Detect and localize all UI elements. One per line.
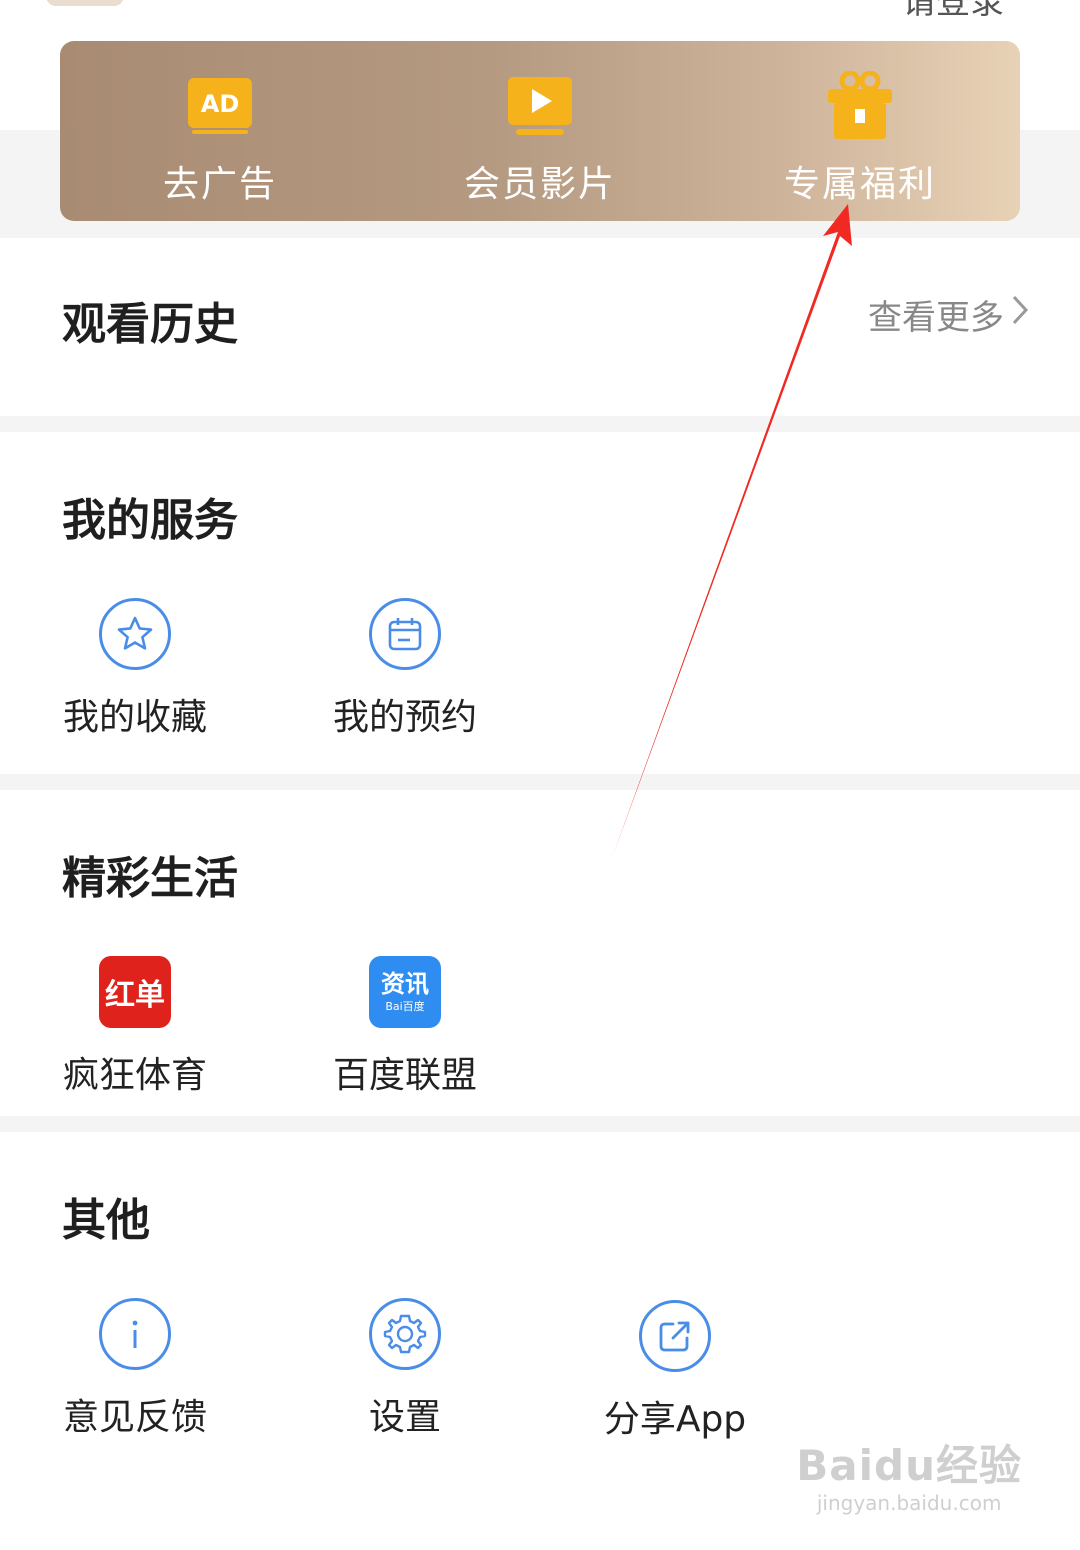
favorites-label: 我的收藏 <box>62 697 207 738</box>
chevron-right-icon <box>1010 293 1030 336</box>
crazy-sports-button[interactable]: 红单 疯狂体育 <box>35 956 235 1098</box>
ad-icon: AD <box>180 71 260 141</box>
vip-item-label: 去广告 <box>162 164 277 205</box>
vip-item-exclusive-benefits[interactable]: 专属福利 <box>700 41 1020 221</box>
watermark-sub: jingyan.baidu.com <box>816 1491 1002 1515</box>
vip-item-label: 专属福利 <box>783 164 936 205</box>
vip-item-remove-ads[interactable]: AD 去广告 <box>60 41 380 221</box>
settings-button[interactable]: 设置 <box>305 1298 505 1440</box>
reservations-label: 我的预约 <box>332 697 477 738</box>
vip-item-member-movies[interactable]: 会员影片 <box>380 41 700 221</box>
watermark: Baidu经验 jingyan.baidu.com <box>796 1432 1022 1515</box>
reservations-button[interactable]: 我的预约 <box>305 598 505 740</box>
see-more-label: 查看更多 <box>868 298 1004 338</box>
ad-badge-text: AD <box>201 90 240 118</box>
share-app-label: 分享App <box>603 1399 747 1440</box>
other-title: 其他 <box>62 1195 150 1246</box>
vip-item-label: 会员影片 <box>463 164 616 205</box>
see-more-link[interactable]: 查看更多 <box>868 290 1030 339</box>
gear-icon <box>369 1298 441 1370</box>
share-app-button[interactable]: 分享App <box>575 1300 775 1442</box>
share-icon <box>639 1300 711 1372</box>
divider <box>0 416 1080 432</box>
zixun-icon-text: 资讯 <box>381 970 429 998</box>
divider <box>0 1116 1080 1132</box>
star-icon <box>99 598 171 670</box>
hongdan-app-icon: 红单 <box>99 956 171 1028</box>
services-title: 我的服务 <box>62 495 238 546</box>
gift-icon <box>820 71 900 141</box>
divider <box>0 774 1080 790</box>
feedback-button[interactable]: 意见反馈 <box>35 1298 235 1440</box>
vip-banner: AD 去广告 会员影片 专属福利 <box>60 41 1020 221</box>
history-title: 观看历史 <box>62 299 238 350</box>
zixun-app-icon: 资讯 Bai百度 <box>369 956 441 1028</box>
crazy-sports-label: 疯狂体育 <box>62 1055 207 1096</box>
favorites-button[interactable]: 我的收藏 <box>35 598 235 740</box>
info-icon <box>99 1298 171 1370</box>
hongdan-icon-text: 红单 <box>105 978 165 1013</box>
watermark-main: Baidu经验 <box>796 1441 1022 1490</box>
login-link[interactable]: 请登录 <box>902 0 1004 23</box>
zixun-icon-sub: Bai百度 <box>385 1000 425 1013</box>
calendar-icon <box>369 598 441 670</box>
avatar[interactable] <box>46 0 124 6</box>
baidu-union-label: 百度联盟 <box>332 1055 477 1096</box>
settings-label: 设置 <box>368 1397 441 1438</box>
life-title: 精彩生活 <box>62 853 238 904</box>
feedback-label: 意见反馈 <box>62 1397 207 1438</box>
baidu-union-button[interactable]: 资讯 Bai百度 百度联盟 <box>305 956 505 1098</box>
play-screen-icon <box>500 71 580 141</box>
